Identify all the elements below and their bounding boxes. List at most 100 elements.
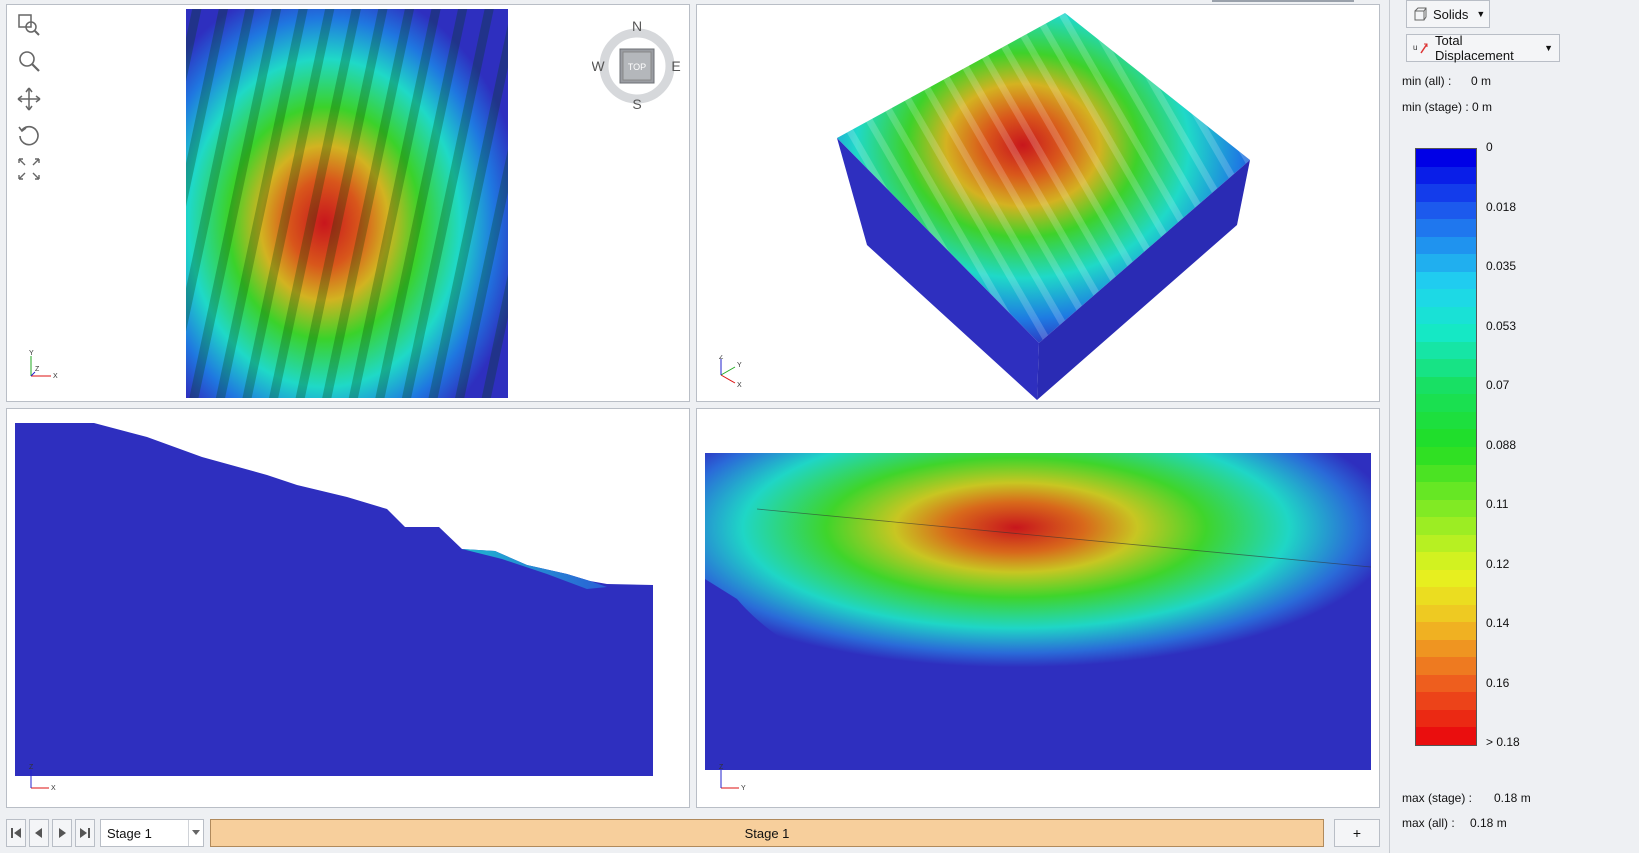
compass-east-label: E bbox=[671, 58, 680, 74]
legend-color-band bbox=[1416, 359, 1476, 378]
legend-color-band bbox=[1416, 149, 1476, 168]
legend-color-band bbox=[1416, 622, 1476, 641]
legend-tick-label: 0.07 bbox=[1486, 378, 1510, 392]
legend-tick-label: 0.16 bbox=[1486, 675, 1510, 690]
chevron-down-icon[interactable] bbox=[188, 820, 203, 846]
legend-color-band bbox=[1416, 692, 1476, 711]
legend-color-band bbox=[1416, 639, 1476, 658]
max-all-stat: max (all) : 0.18 m bbox=[1402, 816, 1507, 830]
legend-color-band bbox=[1416, 411, 1476, 430]
legend-color-band bbox=[1416, 306, 1476, 325]
chevron-down-icon: ▼ bbox=[1476, 9, 1486, 19]
isometric-model bbox=[837, 13, 1250, 400]
legend-color-band bbox=[1416, 184, 1476, 203]
viewport-front[interactable]: Y Z bbox=[696, 408, 1380, 808]
color-legend-bar bbox=[1415, 148, 1477, 746]
previous-icon bbox=[35, 828, 42, 838]
legend-tick-label: 0.14 bbox=[1486, 616, 1510, 630]
tab-strip-edge bbox=[1212, 0, 1354, 2]
svg-text:X: X bbox=[737, 382, 742, 389]
legend-tick-label: 0 bbox=[1486, 140, 1493, 154]
legend-tick-label: 0.053 bbox=[1486, 318, 1517, 333]
svg-text:X: X bbox=[53, 373, 58, 380]
legend-color-band bbox=[1416, 709, 1476, 728]
skip-last-icon bbox=[80, 828, 90, 838]
add-stage-label: + bbox=[1352, 825, 1362, 841]
render-mode-dropdown[interactable]: Solids ▼ bbox=[1406, 0, 1490, 28]
zoom-window-icon[interactable] bbox=[15, 11, 43, 39]
legend-color-band bbox=[1416, 464, 1476, 483]
viewport-top[interactable]: TOP N S E W X Y Z bbox=[6, 4, 690, 402]
legend-color-band bbox=[1416, 674, 1476, 693]
zoom-extents-icon[interactable] bbox=[15, 155, 43, 183]
legend-color-band bbox=[1416, 727, 1476, 746]
viewport-isometric[interactable]: X Y Z bbox=[696, 4, 1380, 402]
view-cube-face-label[interactable]: TOP bbox=[628, 62, 646, 72]
front-section-model bbox=[705, 453, 1372, 770]
svg-text:Y: Y bbox=[741, 785, 746, 792]
previous-stage-button[interactable] bbox=[29, 819, 49, 847]
viewport-side[interactable]: X Z bbox=[6, 408, 690, 808]
skip-first-icon bbox=[11, 828, 21, 838]
next-icon bbox=[59, 828, 66, 838]
stage-select-value: Stage 1 bbox=[107, 825, 152, 841]
svg-text:Y: Y bbox=[29, 350, 34, 357]
solids-icon bbox=[1413, 7, 1427, 21]
displacement-icon: u bbox=[1413, 41, 1429, 55]
rotate-icon[interactable] bbox=[15, 121, 43, 149]
side-section-model bbox=[15, 423, 653, 776]
legend-tick-label: 0.035 bbox=[1486, 259, 1517, 273]
legend-color-band bbox=[1416, 166, 1476, 185]
zoom-icon[interactable] bbox=[15, 47, 43, 75]
axis-triad: X Y Z bbox=[719, 355, 742, 389]
tab-stage-1[interactable]: Stage 1 bbox=[210, 819, 1324, 847]
legend-color-band bbox=[1416, 447, 1476, 466]
legend-panel: Solids ▼ u Total Displacement ▼ min (all… bbox=[1389, 0, 1639, 853]
svg-text:u: u bbox=[1413, 43, 1417, 52]
legend-color-band bbox=[1416, 499, 1476, 518]
legend-tick-label: 0.11 bbox=[1486, 497, 1509, 511]
min-all-stat: min (all) : 0 m bbox=[1402, 74, 1491, 88]
legend-color-band bbox=[1416, 587, 1476, 606]
chevron-down-icon: ▼ bbox=[1544, 43, 1553, 53]
result-type-dropdown[interactable]: u Total Displacement ▼ bbox=[1406, 33, 1560, 63]
legend-color-band bbox=[1416, 376, 1476, 395]
legend-color-band bbox=[1416, 517, 1476, 536]
last-stage-button[interactable] bbox=[75, 819, 95, 847]
add-stage-button[interactable]: + bbox=[1334, 819, 1380, 847]
axis-triad: Y Z bbox=[719, 764, 746, 792]
svg-text:Z: Z bbox=[29, 764, 34, 771]
legend-color-band bbox=[1416, 534, 1476, 553]
legend-color-band bbox=[1416, 236, 1476, 255]
svg-text:Z: Z bbox=[719, 764, 724, 771]
legend-color-band bbox=[1416, 341, 1476, 360]
stage-tab-label: Stage 1 bbox=[744, 825, 790, 841]
legend-color-band bbox=[1416, 429, 1476, 448]
stage-bar: Stage 1 Stage 1 + bbox=[0, 812, 1386, 853]
max-stage-stat: max (stage) : 0.18 m bbox=[1402, 791, 1531, 805]
legend-color-band bbox=[1416, 324, 1476, 343]
first-stage-button[interactable] bbox=[6, 819, 26, 847]
top-view-contour bbox=[186, 9, 508, 398]
min-all-label: min (all) : bbox=[1402, 74, 1452, 88]
svg-text:Y: Y bbox=[737, 362, 742, 369]
legend-color-band bbox=[1416, 271, 1476, 290]
legend-color-band bbox=[1416, 657, 1476, 676]
next-stage-button[interactable] bbox=[52, 819, 72, 847]
result-type-label: Total Displacement bbox=[1435, 33, 1514, 63]
compass-west-label: W bbox=[592, 58, 605, 74]
max-all-label: max (all) : bbox=[1402, 816, 1455, 830]
max-stage-label: max (stage) : bbox=[1402, 791, 1473, 805]
legend-color-band bbox=[1416, 289, 1476, 308]
pan-icon[interactable] bbox=[15, 85, 43, 113]
svg-text:Z: Z bbox=[719, 355, 724, 361]
view-cube-compass[interactable]: TOP N S E W bbox=[592, 21, 682, 111]
legend-color-band bbox=[1416, 254, 1476, 273]
stage-select[interactable]: Stage 1 bbox=[100, 819, 204, 847]
min-all-value: 0 m bbox=[1471, 74, 1492, 88]
legend-tick-label: 0.12 bbox=[1486, 556, 1510, 571]
legend-tick-label: 0.018 bbox=[1486, 199, 1517, 214]
min-stage-label: min (stage) : 0 m bbox=[1402, 100, 1493, 114]
legend-tick-label: 0.088 bbox=[1486, 437, 1517, 452]
axis-triad: X Y Z bbox=[29, 350, 58, 380]
